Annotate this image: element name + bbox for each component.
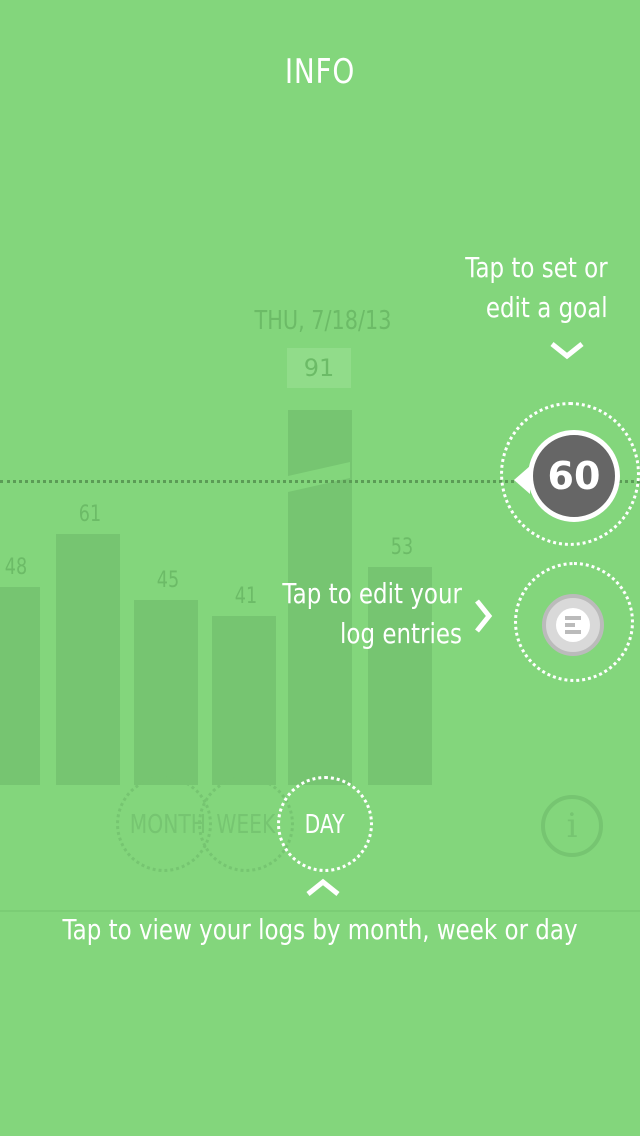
day-button[interactable]: DAY — [277, 776, 373, 872]
goal-hint: Tap to set or edit a goal — [466, 248, 608, 328]
chart: 48 61 45 41 53 THU, 7/18/13 91 — [0, 0, 640, 800]
selected-bar-notch — [288, 462, 350, 492]
info-button[interactable]: i — [541, 795, 603, 857]
goal-hint-line2: edit a goal — [486, 291, 608, 324]
info-icon: i — [566, 806, 578, 846]
goal-button[interactable]: 60 — [528, 430, 620, 522]
chevron-up-icon — [306, 878, 340, 896]
week-label: WEEK — [216, 810, 276, 840]
log-hint-line2: log entries — [340, 617, 462, 650]
view-hint: Tap to view your logs by month, week or … — [62, 913, 578, 946]
chevron-down-icon — [550, 342, 584, 360]
log-entries-icon — [556, 608, 590, 642]
log-hint: Tap to edit your log entries — [282, 574, 462, 654]
chevron-right-icon — [475, 599, 493, 633]
goal-hint-line1: Tap to set or — [465, 251, 608, 284]
log-entries-button[interactable] — [542, 594, 604, 656]
month-label: MONTH — [129, 810, 207, 840]
log-hint-line1: Tap to edit your — [282, 577, 462, 610]
day-label: DAY — [305, 810, 345, 840]
